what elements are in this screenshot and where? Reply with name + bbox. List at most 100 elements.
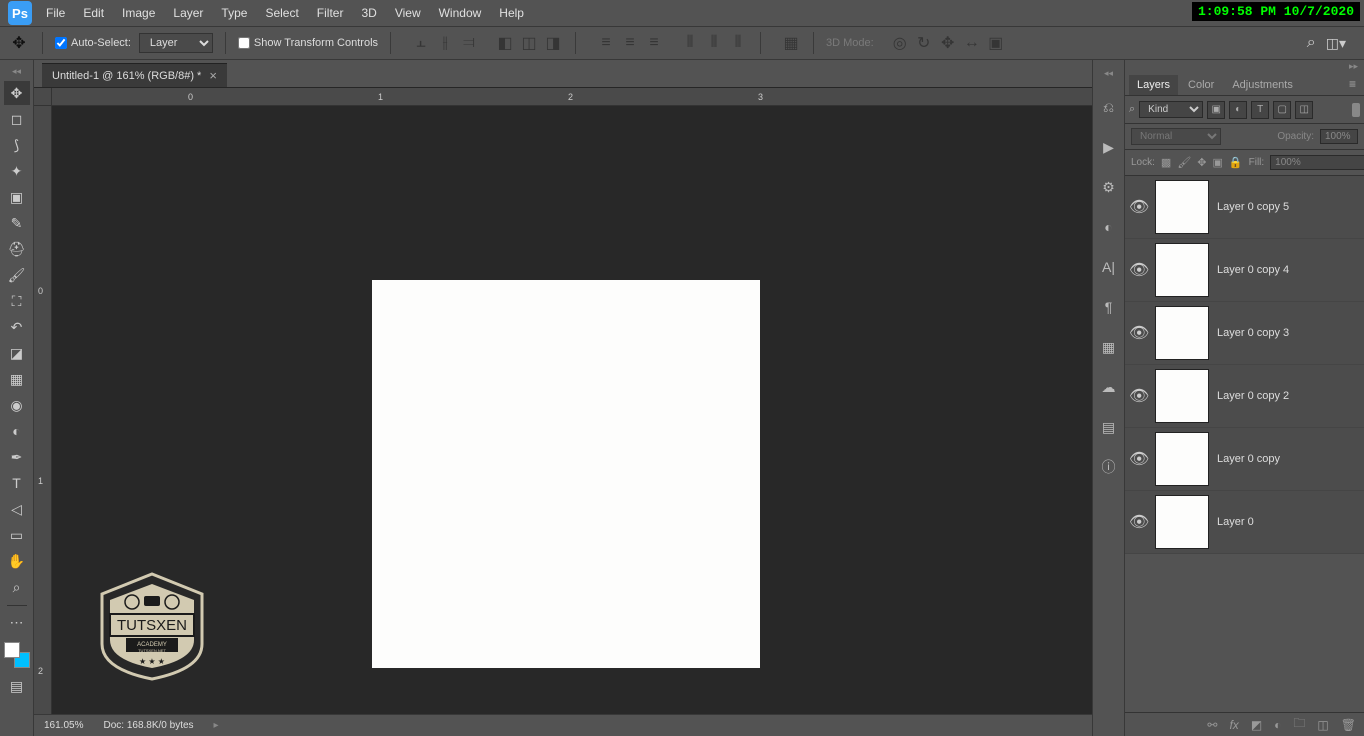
3d-slide-icon[interactable]: ↔: [962, 33, 982, 53]
align-vmid-icon[interactable]: ⫲: [435, 33, 455, 53]
doc-info[interactable]: Doc: 168.8K/0 bytes: [103, 720, 193, 731]
tab-layers[interactable]: Layers: [1129, 75, 1178, 95]
3d-pan-icon[interactable]: ✥: [938, 33, 958, 53]
paragraph-panel-icon[interactable]: ¶: [1097, 295, 1121, 319]
ruler-horizontal[interactable]: 0 1 2 3: [52, 88, 1092, 106]
layer-name[interactable]: Layer 0 copy 5: [1217, 201, 1360, 213]
crop-tool[interactable]: ▣: [4, 185, 30, 209]
visibility-toggle[interactable]: 👁: [1129, 197, 1147, 217]
layer-item[interactable]: 👁 Layer 0 copy 5: [1125, 176, 1364, 239]
layer-thumbnail[interactable]: [1155, 369, 1209, 423]
filter-smart-icon[interactable]: ◫: [1295, 101, 1313, 119]
menu-type[interactable]: Type: [221, 6, 247, 20]
auto-select-target[interactable]: Layer: [139, 33, 213, 53]
menu-layer[interactable]: Layer: [173, 6, 203, 20]
visibility-toggle[interactable]: 👁: [1129, 323, 1147, 343]
type-tool[interactable]: T: [4, 471, 30, 495]
styles-panel-icon[interactable]: ▤: [1097, 415, 1121, 439]
layer-item[interactable]: 👁 Layer 0 copy 3: [1125, 302, 1364, 365]
layer-name[interactable]: Layer 0 copy 3: [1217, 327, 1360, 339]
adjustment-layer-icon[interactable]: ◐: [1274, 718, 1281, 732]
layer-thumbnail[interactable]: [1155, 432, 1209, 486]
lock-all-icon[interactable]: 🔒: [1229, 155, 1243, 171]
mask-icon[interactable]: ◩: [1251, 718, 1262, 732]
align-top-icon[interactable]: ⫠: [411, 33, 431, 53]
blur-tool[interactable]: ◉: [4, 393, 30, 417]
magic-wand-tool[interactable]: ✦: [4, 159, 30, 183]
eraser-tool[interactable]: ◪: [4, 341, 30, 365]
visibility-toggle[interactable]: 👁: [1129, 260, 1147, 280]
layer-name[interactable]: Layer 0: [1217, 516, 1360, 528]
layer-item[interactable]: 👁 Layer 0 copy: [1125, 428, 1364, 491]
lock-pixels-icon[interactable]: 🖌: [1177, 155, 1191, 171]
menu-select[interactable]: Select: [265, 6, 298, 20]
3d-orbit-icon[interactable]: ◎: [890, 33, 910, 53]
hand-tool[interactable]: ✋: [4, 549, 30, 573]
link-layers-icon[interactable]: ⚯: [1207, 718, 1217, 732]
stamp-tool[interactable]: ⛶: [4, 289, 30, 313]
lock-artboard-icon[interactable]: ▣: [1213, 155, 1223, 171]
collapse-panel-icon[interactable]: ▸▸: [1349, 61, 1358, 72]
menu-3d[interactable]: 3D: [361, 6, 376, 20]
align-hmid-icon[interactable]: ◫: [519, 33, 539, 53]
3d-roll-icon[interactable]: ↻: [914, 33, 934, 53]
edit-toolbar-icon[interactable]: ⋯: [4, 610, 30, 634]
actions-panel-icon[interactable]: ▶: [1097, 135, 1121, 159]
marquee-tool[interactable]: ◻: [4, 107, 30, 131]
opacity-input[interactable]: [1320, 129, 1358, 144]
filter-toggle[interactable]: [1352, 103, 1360, 117]
zoom-tool[interactable]: ⌕: [4, 575, 30, 599]
menu-edit[interactable]: Edit: [83, 6, 104, 20]
move-tool[interactable]: ✥: [4, 81, 30, 105]
healing-brush-tool[interactable]: ⛑: [4, 237, 30, 261]
fill-input[interactable]: [1270, 155, 1364, 170]
fx-icon[interactable]: fx: [1229, 718, 1238, 732]
layer-name[interactable]: Layer 0 copy 4: [1217, 264, 1360, 276]
dist-top-icon[interactable]: ≡: [596, 33, 616, 53]
workspace-switcher-icon[interactable]: ◫▾: [1326, 35, 1346, 52]
layer-thumbnail[interactable]: [1155, 495, 1209, 549]
menu-filter[interactable]: Filter: [317, 6, 344, 20]
filter-shape-icon[interactable]: ▢: [1273, 101, 1291, 119]
visibility-toggle[interactable]: 👁: [1129, 512, 1147, 532]
new-layer-icon[interactable]: ◫: [1317, 718, 1328, 732]
layer-name[interactable]: Layer 0 copy 2: [1217, 390, 1360, 402]
color-swatches[interactable]: [4, 642, 30, 668]
align-bottom-icon[interactable]: ⫤: [459, 33, 479, 53]
swatches-panel-icon[interactable]: ▦: [1097, 335, 1121, 359]
dist-vmid-icon[interactable]: ≡: [620, 33, 640, 53]
visibility-toggle[interactable]: 👁: [1129, 386, 1147, 406]
tab-adjustments[interactable]: Adjustments: [1224, 75, 1301, 95]
auto-align-icon[interactable]: ▦: [781, 33, 801, 53]
history-brush-tool[interactable]: ↶: [4, 315, 30, 339]
menu-file[interactable]: File: [46, 6, 65, 20]
align-left-icon[interactable]: ◧: [495, 33, 515, 53]
foreground-swatch[interactable]: [4, 642, 20, 658]
layer-item[interactable]: 👁 Layer 0: [1125, 491, 1364, 554]
properties-panel-icon[interactable]: ⚙: [1097, 175, 1121, 199]
menu-window[interactable]: Window: [439, 6, 482, 20]
rectangle-tool[interactable]: ▭: [4, 523, 30, 547]
filter-kind-select[interactable]: Kind: [1139, 101, 1203, 118]
adjustments-panel-icon[interactable]: ◐: [1097, 215, 1121, 239]
brush-tool[interactable]: 🖌: [4, 263, 30, 287]
lock-position-icon[interactable]: ✥: [1197, 155, 1206, 171]
pen-tool[interactable]: ✒: [4, 445, 30, 469]
layer-item[interactable]: 👁 Layer 0 copy 4: [1125, 239, 1364, 302]
blend-mode-select[interactable]: Normal: [1131, 128, 1221, 145]
canvas-viewport[interactable]: TUTSXEN ACADEMY TUTSXEN.NET ★ ★ ★: [52, 106, 1092, 714]
path-select-tool[interactable]: ◁: [4, 497, 30, 521]
menu-help[interactable]: Help: [499, 6, 524, 20]
character-panel-icon[interactable]: A|: [1097, 255, 1121, 279]
show-transform-check[interactable]: Show Transform Controls: [238, 37, 378, 49]
layer-name[interactable]: Layer 0 copy: [1217, 453, 1360, 465]
dist-right-icon[interactable]: ⦀: [728, 33, 748, 53]
zoom-level[interactable]: 161.05%: [44, 720, 83, 731]
history-panel-icon[interactable]: ⎌: [1097, 95, 1121, 119]
panel-menu-icon[interactable]: ≡: [1341, 73, 1364, 95]
group-icon[interactable]: 🗀: [1293, 714, 1305, 735]
3d-scale-icon[interactable]: ▣: [986, 33, 1006, 53]
document-tab[interactable]: Untitled-1 @ 161% (RGB/8#) * ×: [42, 63, 227, 87]
close-tab-icon[interactable]: ×: [209, 69, 217, 82]
eyedropper-tool[interactable]: ✎: [4, 211, 30, 235]
